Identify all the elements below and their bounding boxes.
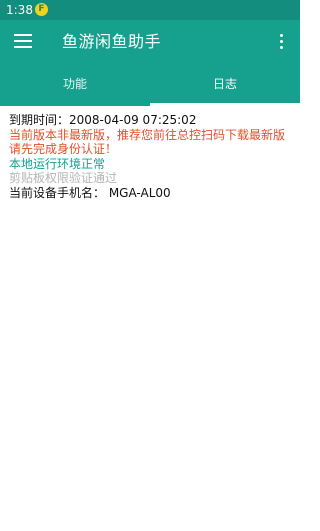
more-options-icon[interactable]	[280, 34, 284, 50]
tab-function[interactable]: 功能	[0, 65, 150, 106]
app-bar: 鱼游闲鱼助手	[0, 20, 300, 65]
tab-bar: 功能 日志	[0, 65, 300, 106]
app-title: 鱼游闲鱼助手	[62, 32, 162, 51]
tab-active-indicator	[150, 103, 300, 106]
log-line-device-name: 当前设备手机名： MGA-AL00	[9, 185, 171, 200]
hamburger-menu-icon[interactable]	[14, 34, 32, 48]
status-time: 1:38	[6, 3, 33, 17]
log-line-environment-ok: 本地运行环境正常	[9, 156, 106, 171]
log-area: 到期时间：2008-04-09 07:25:02 当前版本非最新版，推荐您前往总…	[9, 113, 293, 200]
log-line-auth-prompt: 请先完成身份认证！	[9, 142, 118, 156]
tab-log[interactable]: 日志	[150, 65, 300, 106]
log-line-clipboard-ok: 剪贴板权限验证通过	[9, 171, 118, 185]
log-line-version-warning: 当前版本非最新版，推荐您前往总控扫码下载最新版	[9, 127, 286, 142]
log-line-expiry: 到期时间：2008-04-09 07:25:02	[9, 113, 197, 127]
status-bar: 1:38 F	[0, 0, 300, 20]
notification-badge-icon: F	[35, 3, 48, 16]
